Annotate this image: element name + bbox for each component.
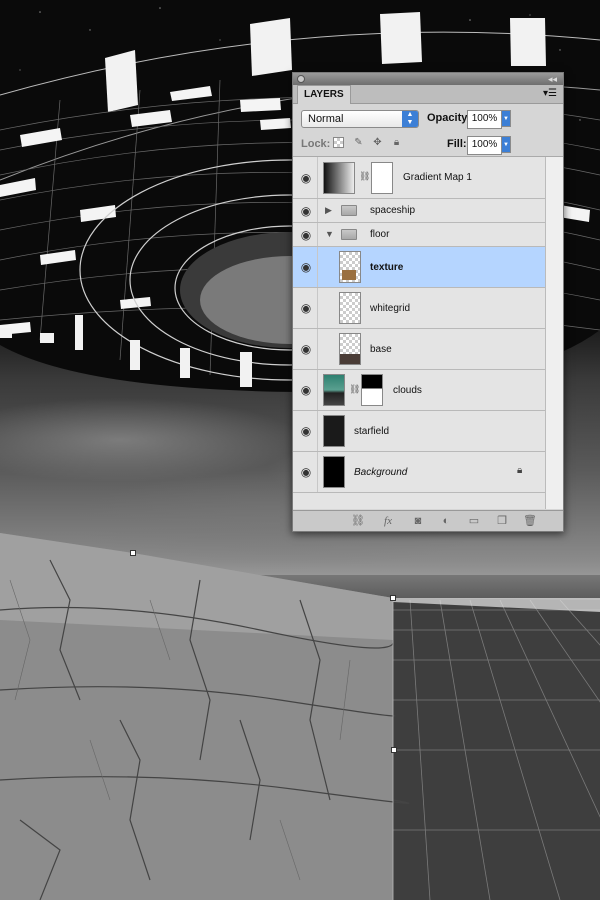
blend-mode-select[interactable]: Normal ▲ ▼ — [301, 110, 419, 128]
layer-name: starfield — [354, 426, 390, 437]
panel-bottom-toolbar: ⛓ fx ◙ ◐ ▭ ❐ 🗑︎ — [293, 510, 563, 531]
fx-icon[interactable]: fx — [381, 514, 395, 528]
adjustment-icon — [323, 162, 355, 194]
layer-row-base[interactable]: ◉ base — [293, 329, 545, 370]
tab-layers[interactable]: LAYERS — [297, 85, 351, 104]
eye-icon[interactable]: ◉ — [297, 464, 315, 480]
opacity-label: Opacity: — [427, 112, 472, 124]
layers-list: ◉ ⛓ Gradient Map 1 ◉ ▶ spaceship ◉ ▼ flo… — [293, 157, 546, 509]
eye-icon[interactable]: ◉ — [297, 259, 315, 275]
adjustment-icon[interactable]: ◐ — [439, 514, 453, 528]
link-icon[interactable]: ⛓ — [351, 514, 365, 528]
folder-icon — [341, 229, 357, 240]
layer-thumbnail — [323, 374, 345, 406]
lock-all-icon[interactable]: 🔒︎ — [391, 137, 402, 148]
link-icon[interactable]: ⛓ — [359, 171, 370, 182]
scrollbar[interactable] — [545, 157, 563, 509]
fill-input[interactable]: 100% — [467, 136, 502, 155]
fill-label: Fill: — [447, 138, 467, 150]
lock-pixels-icon[interactable]: ✎ — [353, 137, 364, 148]
lock-label: Lock: — [301, 138, 331, 150]
eye-icon[interactable]: ◉ — [297, 341, 315, 357]
layer-thumbnail — [323, 456, 345, 488]
eye-icon[interactable]: ◉ — [297, 203, 315, 219]
collapse-arrow-icon[interactable]: ▼ — [325, 229, 334, 239]
collapse-icon[interactable]: ◂◂ — [548, 73, 557, 85]
lock-row: Lock: ✎ ✥ 🔒︎ Fill: 100% ▼ — [293, 130, 563, 157]
texture-swatch — [342, 270, 356, 280]
close-icon[interactable] — [297, 75, 305, 83]
panel-titlebar[interactable]: ◂◂ — [293, 73, 563, 85]
layers-panel: ◂◂ LAYERS ▾☰ Normal ▲ ▼ Opacity: 100% ▼ L… — [292, 72, 564, 532]
opacity-dropdown-icon[interactable]: ▼ — [501, 110, 511, 127]
layer-name: floor — [370, 229, 390, 240]
mask-thumbnail[interactable] — [371, 162, 393, 194]
layer-thumbnail — [323, 415, 345, 447]
layer-thumbnail — [339, 333, 361, 365]
layer-name: Background — [354, 467, 408, 478]
base-swatch — [340, 354, 360, 364]
layer-name: spaceship — [370, 205, 416, 216]
layer-thumbnail — [339, 292, 361, 324]
mask-icon[interactable]: ◙ — [411, 514, 425, 528]
eye-icon[interactable]: ◉ — [297, 423, 315, 439]
layer-row-floor[interactable]: ◉ ▼ floor — [293, 223, 545, 247]
expand-arrow-icon[interactable]: ▶ — [325, 205, 332, 216]
link-icon[interactable]: ⛓ — [349, 384, 360, 395]
lock-position-icon[interactable]: ✥ — [372, 137, 383, 148]
folder-icon — [341, 205, 357, 216]
new-layer-icon[interactable]: ❐ — [495, 514, 509, 528]
blend-row: Normal ▲ ▼ Opacity: 100% ▼ — [293, 104, 563, 130]
folder-icon[interactable]: ▭ — [467, 514, 481, 528]
transform-handle[interactable] — [391, 747, 397, 753]
updown-arrows-icon: ▲ ▼ — [402, 111, 418, 127]
transform-handle[interactable] — [390, 595, 396, 601]
opacity-input[interactable]: 100% — [467, 110, 502, 129]
layer-row-gradient-map[interactable]: ◉ ⛓ Gradient Map 1 — [293, 157, 545, 199]
eye-icon[interactable]: ◉ — [297, 227, 315, 243]
layer-row-whitegrid[interactable]: ◉ whitegrid — [293, 288, 545, 329]
layer-row-texture[interactable]: ◉ texture — [293, 247, 545, 288]
layer-thumbnail — [339, 251, 361, 283]
transform-handle[interactable] — [130, 550, 136, 556]
mask-thumbnail[interactable] — [361, 374, 383, 406]
fill-dropdown-icon[interactable]: ▼ — [501, 136, 511, 153]
panel-tabbar: LAYERS ▾☰ — [293, 85, 563, 104]
layer-row-clouds[interactable]: ◉ ⛓ clouds — [293, 370, 545, 411]
layer-name: clouds — [393, 385, 422, 396]
eye-icon[interactable]: ◉ — [297, 170, 315, 186]
layer-name: base — [370, 344, 392, 355]
layer-row-starfield[interactable]: ◉ starfield — [293, 411, 545, 452]
trash-icon[interactable]: 🗑︎ — [523, 514, 537, 528]
panel-menu-icon[interactable]: ▾☰ — [543, 88, 557, 99]
layer-name: Gradient Map 1 — [403, 172, 472, 183]
lock-transparency-icon[interactable] — [333, 137, 344, 148]
eye-icon[interactable]: ◉ — [297, 382, 315, 398]
lock-icon: 🔒︎ — [517, 465, 523, 476]
blend-mode-value: Normal — [308, 113, 344, 125]
layer-row-background[interactable]: ◉ Background 🔒︎ — [293, 452, 545, 493]
layer-name: texture — [370, 262, 404, 273]
eye-icon[interactable]: ◉ — [297, 300, 315, 316]
layer-name: whitegrid — [370, 303, 411, 314]
layer-row-spaceship[interactable]: ◉ ▶ spaceship — [293, 199, 545, 223]
